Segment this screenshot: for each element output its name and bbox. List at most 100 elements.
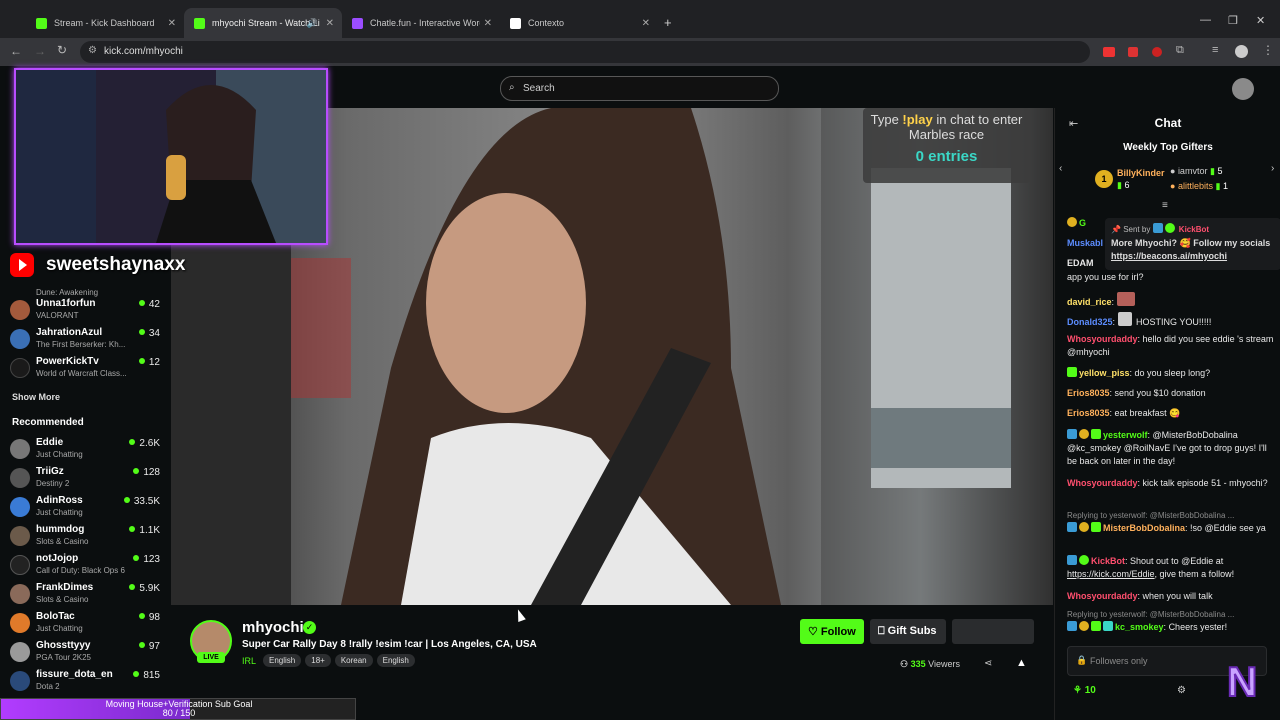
profile-icon[interactable]	[1235, 45, 1248, 58]
close-window-icon[interactable]: ✕	[1256, 14, 1265, 27]
marbles-entries: 0 entries	[915, 148, 978, 165]
points-icon: ⚘	[1073, 685, 1085, 696]
pinned-message[interactable]: 📌 Sent by KickBot More Mhyochi? 🥰 Follow…	[1105, 218, 1280, 270]
emote	[1117, 312, 1132, 326]
close-tab-icon[interactable]: ✕	[484, 18, 492, 29]
tab-mhyochi-stream[interactable]: mhyochi Stream - Watch Li 🔊 ✕	[184, 8, 342, 38]
avatar	[10, 613, 30, 633]
gifters-prev-icon[interactable]: ‹	[1059, 163, 1062, 174]
avatar	[10, 497, 30, 517]
chat-title: Chat	[1154, 116, 1182, 130]
chat-message: yellow_piss: do you sleep long?	[1067, 367, 1275, 380]
url-field[interactable]: ⚙ kick.com/mhyochi	[80, 41, 1090, 63]
gifter-count: ▮ 6	[1117, 180, 1130, 190]
reload-icon[interactable]: ↻	[57, 43, 67, 57]
extension-icon[interactable]	[1128, 47, 1138, 57]
pinned-link[interactable]: https://beacons.ai/mhyochi	[1111, 251, 1280, 261]
restore-icon[interactable]: ❐	[1228, 14, 1238, 27]
stream-category[interactable]: IRL	[242, 656, 256, 666]
share-icon[interactable]: ⋖	[984, 658, 992, 669]
marbles-instruction: Type !play in chat to enter	[870, 112, 1023, 127]
show-more-link[interactable]: Show More	[12, 392, 60, 402]
tab-kick-dashboard[interactable]: Stream - Kick Dashboard ✕	[26, 8, 184, 38]
sidebar-channel[interactable]: AdinRoss Just Chatting 33.5K	[10, 493, 160, 521]
close-tab-icon[interactable]: ✕	[326, 18, 334, 29]
marbles-panel: Type !play in chat to enter Marbles race…	[863, 108, 1030, 183]
adblock-extension-icon[interactable]	[1103, 47, 1115, 57]
gifters-next-icon[interactable]: ›	[1271, 163, 1274, 174]
chat-settings-icon[interactable]: ⚙	[1177, 685, 1186, 696]
sub-goal-bar: Moving House+Verification Sub Goal 80 / …	[0, 698, 356, 720]
gifter-name[interactable]: BillyKinder	[1117, 168, 1165, 178]
gift-subs-button[interactable]: ⎕ Gift Subs	[870, 619, 946, 644]
sidebar-channel[interactable]: Eddie Just Chatting 2.6K	[10, 435, 160, 463]
overlay-channel-name: sweetshaynaxx	[46, 254, 186, 275]
search-input[interactable]: ⌕ Search	[500, 76, 779, 101]
subscribe-button[interactable]	[952, 619, 1034, 644]
avatar	[10, 329, 30, 349]
gifter-row[interactable]: ● iamvtor ▮ 5	[1170, 166, 1222, 177]
channel-points[interactable]: ⚘ 10	[1073, 685, 1096, 696]
streamer-name[interactable]: mhyochi	[242, 619, 304, 636]
close-tab-icon[interactable]: ✕	[642, 18, 650, 29]
sidebar-channel[interactable]: BoloTac Just Chatting 98	[10, 609, 160, 637]
minimize-icon[interactable]: —	[1200, 14, 1211, 26]
webcam-overlay	[14, 68, 328, 245]
chat-message: Replying to yesterwolf: @MisterBobDobali…	[1067, 608, 1275, 634]
sidebar-channel[interactable]: JahrationAzul The First Berserker: Kh...…	[10, 325, 160, 353]
recommended-heading: Recommended	[12, 417, 84, 428]
kick-favicon-icon	[194, 17, 205, 29]
forward-icon[interactable]: →	[34, 44, 46, 58]
close-tab-icon[interactable]: ✕	[168, 18, 176, 29]
back-icon[interactable]: ←	[10, 44, 22, 58]
sidebar-channel[interactable]: Ghossttyyy PGA Tour 2K25 97	[10, 638, 160, 666]
sidebar-channel[interactable]: notJojop Call of Duty: Black Ops 6 123	[10, 551, 160, 579]
chat-message: Whosyourdaddy: hello did you see eddie '…	[1067, 334, 1274, 357]
svg-text:N: N	[1227, 658, 1257, 705]
live-badge: LIVE	[197, 652, 225, 663]
sidebar-channel[interactable]: TriiGz Destiny 2 128	[10, 464, 160, 492]
gifter-row[interactable]: ● alittlebits ▮ 1	[1170, 181, 1228, 192]
sidebar-channel[interactable]: FrankDimes Slots & Casino 5.9K	[10, 580, 160, 608]
sidebar-channel[interactable]: hummdog Slots & Casino 1.1K	[10, 522, 160, 550]
site-info-icon[interactable]: ⚙	[88, 45, 97, 56]
report-icon[interactable]: ▲	[1016, 657, 1027, 669]
avatar	[10, 671, 30, 691]
tab-contexto[interactable]: Contexto ✕	[500, 8, 658, 38]
tag[interactable]: Korean	[334, 654, 373, 667]
tab-chatle[interactable]: Chatle.fun - Interactive Wordle ✕	[342, 8, 500, 38]
avatar	[10, 642, 30, 662]
menu-dots-icon[interactable]: ⋮	[1262, 43, 1274, 57]
chat-message: david_rice:	[1067, 292, 1275, 309]
chat-link[interactable]: https://kick.com/Eddie	[1067, 569, 1155, 579]
viewers-icon: ⚇	[900, 659, 911, 669]
sidebar-channel[interactable]: PowerKickTv World of Warcraft Class... 1…	[10, 354, 160, 382]
sidebar-channel[interactable]: fissure_dota_en Dota 2 815	[10, 667, 160, 695]
heart-extension-icon[interactable]	[1152, 47, 1162, 57]
follow-button[interactable]: ♡ Follow	[800, 619, 864, 644]
audio-playing-icon[interactable]: 🔊	[307, 18, 318, 29]
avatar	[10, 468, 30, 488]
chat-message: Whosyourdaddy: kick talk episode 51 - mh…	[1067, 478, 1268, 488]
chat-message: Whosyourdaddy: when you will talk	[1067, 591, 1213, 601]
tab-search-icon[interactable]: ≡	[1212, 44, 1218, 56]
verified-icon: ✓	[303, 621, 316, 634]
pin-icon: 📌	[1111, 225, 1124, 234]
heart-icon: ♡	[808, 626, 821, 638]
new-tab-icon[interactable]: +	[664, 15, 672, 30]
puzzle-extensions-icon[interactable]: ⧉	[1176, 44, 1184, 57]
webcam-frame	[16, 70, 326, 243]
kick-favicon-icon	[36, 17, 47, 29]
stream-tags: English 18+ Korean English	[263, 654, 415, 667]
avatar	[10, 526, 30, 546]
user-avatar[interactable]	[1232, 78, 1254, 100]
tag[interactable]: English	[263, 654, 302, 667]
contexto-favicon-icon	[510, 17, 521, 29]
youtube-icon	[10, 253, 34, 277]
expand-icon[interactable]: ≡	[1162, 200, 1168, 211]
tag[interactable]: 18+	[305, 654, 331, 667]
rank-badge: 1	[1095, 170, 1113, 188]
chatle-favicon-icon	[352, 17, 363, 29]
tag[interactable]: English	[376, 654, 415, 667]
sidebar-channel[interactable]: Unna1forfun VALORANT 42	[10, 296, 160, 324]
